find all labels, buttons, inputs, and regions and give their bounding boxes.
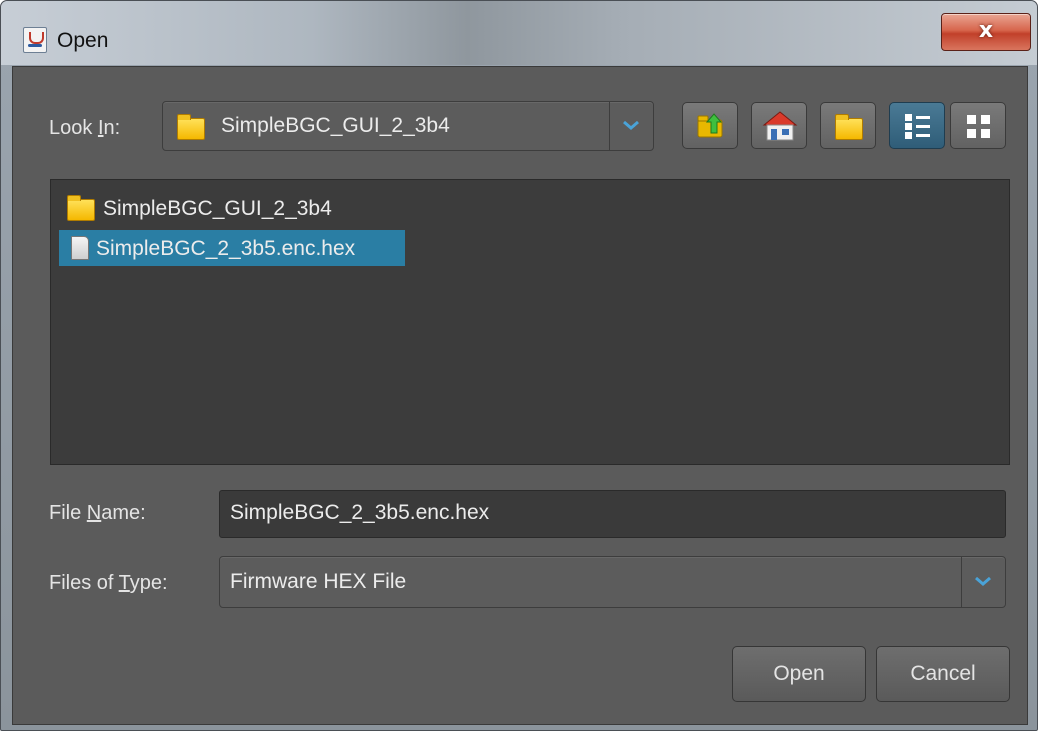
list-item-file[interactable]: SimpleBGC_2_3b5.enc.hex xyxy=(59,230,405,266)
home-button[interactable] xyxy=(751,102,807,149)
java-app-icon xyxy=(23,27,47,53)
look-in-value: SimpleBGC_GUI_2_3b4 xyxy=(221,114,450,137)
file-type-value: Firmware HEX File xyxy=(230,570,407,593)
window-title: Open xyxy=(57,29,109,52)
list-view-button[interactable] xyxy=(889,102,945,149)
chevron-down-icon xyxy=(975,577,991,586)
file-name-input[interactable]: SimpleBGC_2_3b5.enc.hex xyxy=(219,490,1006,538)
file-icon xyxy=(71,236,89,260)
list-item-folder[interactable]: SimpleBGC_GUI_2_3b4 xyxy=(59,190,479,226)
up-one-level-button[interactable] xyxy=(682,102,738,149)
home-icon xyxy=(762,111,798,141)
file-type-dropdown-button[interactable] xyxy=(961,557,1005,607)
close-button[interactable]: x xyxy=(941,13,1031,51)
title-bar[interactable]: Open x xyxy=(1,1,1037,65)
open-button[interactable]: Open xyxy=(732,646,866,702)
list-item-label: SimpleBGC_2_3b5.enc.hex xyxy=(96,237,356,260)
file-type-label: Files of Type: xyxy=(49,572,168,594)
new-folder-icon xyxy=(835,114,863,140)
cancel-button[interactable]: Cancel xyxy=(876,646,1010,702)
look-in-combo[interactable]: SimpleBGC_GUI_2_3b4 xyxy=(162,101,654,151)
file-name-label: File Name: xyxy=(49,502,146,524)
open-dialog: Open x Look In: SimpleBGC_GUI_2_3b4 Simp… xyxy=(0,0,1038,731)
details-view-button[interactable] xyxy=(950,102,1006,149)
file-type-combo[interactable]: Firmware HEX File xyxy=(219,556,1006,608)
chevron-down-icon xyxy=(623,121,639,130)
up-one-level-icon xyxy=(697,113,723,138)
dialog-content: Look In: SimpleBGC_GUI_2_3b4 SimpleBGC_G… xyxy=(12,66,1028,725)
details-view-icon xyxy=(967,115,990,138)
folder-icon xyxy=(177,114,205,140)
folder-icon xyxy=(67,195,95,221)
look-in-label: Look In: xyxy=(49,117,121,139)
close-icon: x xyxy=(978,18,994,43)
look-in-dropdown-button[interactable] xyxy=(609,102,653,150)
list-view-icon xyxy=(905,114,930,139)
file-name-value: SimpleBGC_2_3b5.enc.hex xyxy=(230,501,490,524)
file-list[interactable]: SimpleBGC_GUI_2_3b4 SimpleBGC_2_3b5.enc.… xyxy=(50,179,1010,465)
list-item-label: SimpleBGC_GUI_2_3b4 xyxy=(103,197,332,220)
new-folder-button[interactable] xyxy=(820,102,876,149)
